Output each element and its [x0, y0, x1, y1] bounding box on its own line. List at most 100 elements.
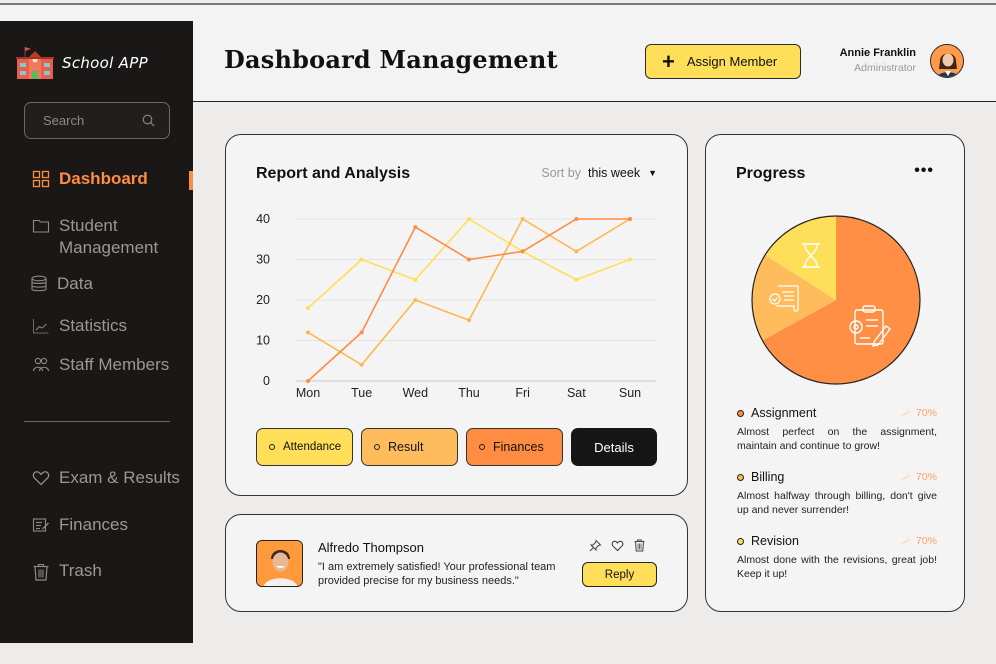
- users-icon: [32, 357, 50, 372]
- x-tick-label: Thu: [458, 386, 480, 400]
- reviewer-avatar: [256, 540, 303, 587]
- data-point: [467, 318, 471, 323]
- report-card: Report and Analysis Sort by this week ▼ …: [225, 134, 688, 496]
- active-indicator: [189, 171, 193, 190]
- bullet-icon: [737, 537, 744, 545]
- series-line-attendance: [307, 218, 631, 309]
- legend-result-button[interactable]: Result: [361, 428, 458, 466]
- bullet-icon: [737, 473, 744, 481]
- reviewer-name: Alfredo Thompson: [318, 540, 424, 555]
- sidebar-item-statistics[interactable]: Statistics: [32, 315, 127, 337]
- review-text: "I am extremely satisfied! Your professi…: [318, 561, 556, 587]
- legend-finances-button[interactable]: Finances: [466, 428, 563, 466]
- search-input[interactable]: [43, 113, 133, 128]
- heart-icon: [32, 471, 50, 486]
- legend-label: Finances: [493, 440, 544, 454]
- window-top-strip: [0, 5, 996, 21]
- progress-item-title: Billing: [751, 470, 785, 484]
- sidebar-item-student-management[interactable]: Student Management: [32, 215, 172, 259]
- progress-card: Progress ••• Assignment 70% Almost perfe…: [705, 134, 965, 612]
- progress-item-percent: 70%: [915, 471, 937, 483]
- sidebar-item-dashboard[interactable]: Dashboard: [32, 168, 148, 190]
- data-point: [306, 330, 310, 335]
- review-card: Alfredo Thompson "I am extremely satisfi…: [225, 514, 688, 612]
- folder-icon: [32, 219, 50, 233]
- database-icon: [31, 275, 47, 292]
- sidebar-item-trash[interactable]: Trash: [32, 560, 102, 582]
- sidebar-item-label: Exam & Results: [59, 468, 180, 487]
- sort-dropdown[interactable]: Sort by this week ▼: [541, 166, 657, 180]
- user-role: Administrator: [854, 62, 916, 74]
- school-building-icon: [16, 47, 54, 79]
- progress-item-desc: Almost perfect on the assignment, mainta…: [737, 426, 937, 452]
- series-line-result: [307, 218, 631, 366]
- legend-dot-icon: [374, 444, 380, 450]
- progress-item-percent: 70%: [915, 407, 937, 419]
- progress-pie-chart: [751, 215, 921, 385]
- data-point: [413, 298, 418, 302]
- progress-item-assignment: Assignment 70% Almost perfect on the ass…: [737, 406, 937, 453]
- y-tick-label: 20: [256, 293, 270, 307]
- legend-attendance-button[interactable]: Attendance: [256, 428, 353, 466]
- legend-dot-icon: [479, 444, 485, 450]
- app-logo[interactable]: School APP: [16, 45, 148, 81]
- data-point: [628, 217, 632, 221]
- sidebar-item-staff-members[interactable]: Staff Members: [32, 354, 169, 376]
- data-point: [359, 362, 364, 367]
- data-point: [413, 225, 418, 230]
- legend-dot-icon: [269, 444, 275, 450]
- sort-label: Sort by: [541, 166, 581, 180]
- bullet-icon: [737, 409, 744, 417]
- progress-item-desc: Almost done with the revisions, great jo…: [737, 554, 937, 580]
- reply-button[interactable]: Reply: [582, 562, 657, 587]
- header: Dashboard Management + Assign Member Ann…: [193, 21, 996, 102]
- progress-title: Progress: [736, 165, 806, 182]
- details-button[interactable]: Details: [571, 428, 657, 466]
- pin-icon[interactable]: [589, 539, 602, 552]
- data-point: [574, 249, 579, 254]
- x-tick-label: Mon: [296, 386, 320, 400]
- user-name: Annie Franklin: [839, 47, 916, 59]
- assign-member-button[interactable]: + Assign Member: [645, 44, 801, 79]
- data-point: [467, 257, 471, 262]
- sidebar-item-finances[interactable]: Finances: [32, 514, 128, 536]
- more-options-icon[interactable]: •••: [914, 163, 934, 179]
- y-tick-label: 30: [256, 253, 270, 267]
- caret-down-icon: ▼: [648, 168, 657, 178]
- app-name: School APP: [62, 54, 148, 72]
- data-point: [628, 257, 632, 262]
- x-tick-label: Tue: [351, 386, 372, 400]
- trash-icon[interactable]: [633, 539, 646, 552]
- grid-icon: [32, 170, 50, 188]
- chart-icon: [33, 319, 49, 334]
- data-point: [359, 257, 364, 262]
- person-avatar-icon: [931, 45, 963, 77]
- user-avatar[interactable]: [930, 44, 964, 78]
- search-icon[interactable]: [142, 114, 155, 127]
- search-box[interactable]: [24, 102, 170, 139]
- data-point: [574, 217, 579, 221]
- data-point: [467, 217, 471, 221]
- data-point: [574, 277, 579, 282]
- sidebar-item-label: Statistics: [59, 316, 128, 335]
- data-point: [520, 249, 525, 254]
- user-info[interactable]: Annie Franklin Administrator: [840, 47, 916, 74]
- person-avatar-icon: [257, 541, 302, 586]
- sidebar: School APP Dashboard Student Management …: [0, 21, 193, 643]
- trend-up-icon: [900, 473, 910, 481]
- x-tick-label: Wed: [403, 386, 429, 400]
- x-tick-label: Fri: [515, 386, 530, 400]
- edit-doc-icon: [32, 518, 49, 532]
- heart-icon[interactable]: [611, 539, 624, 552]
- sidebar-item-exam-results[interactable]: Exam & Results: [32, 467, 180, 489]
- progress-item-desc: Almost halfway through billing, don't gi…: [737, 490, 937, 516]
- data-point: [359, 330, 364, 335]
- progress-item-revision: Revision 70% Almost done with the revisi…: [737, 534, 937, 581]
- sidebar-item-data[interactable]: Data: [30, 273, 93, 295]
- sidebar-item-label: Staff Members: [59, 355, 170, 374]
- sidebar-divider: [24, 421, 170, 422]
- progress-item-billing: Billing 70% Almost halfway through billi…: [737, 470, 937, 517]
- y-tick-label: 10: [256, 334, 270, 348]
- plus-icon: +: [662, 48, 675, 74]
- chart-legend: Attendance Result Finances Details: [256, 428, 657, 466]
